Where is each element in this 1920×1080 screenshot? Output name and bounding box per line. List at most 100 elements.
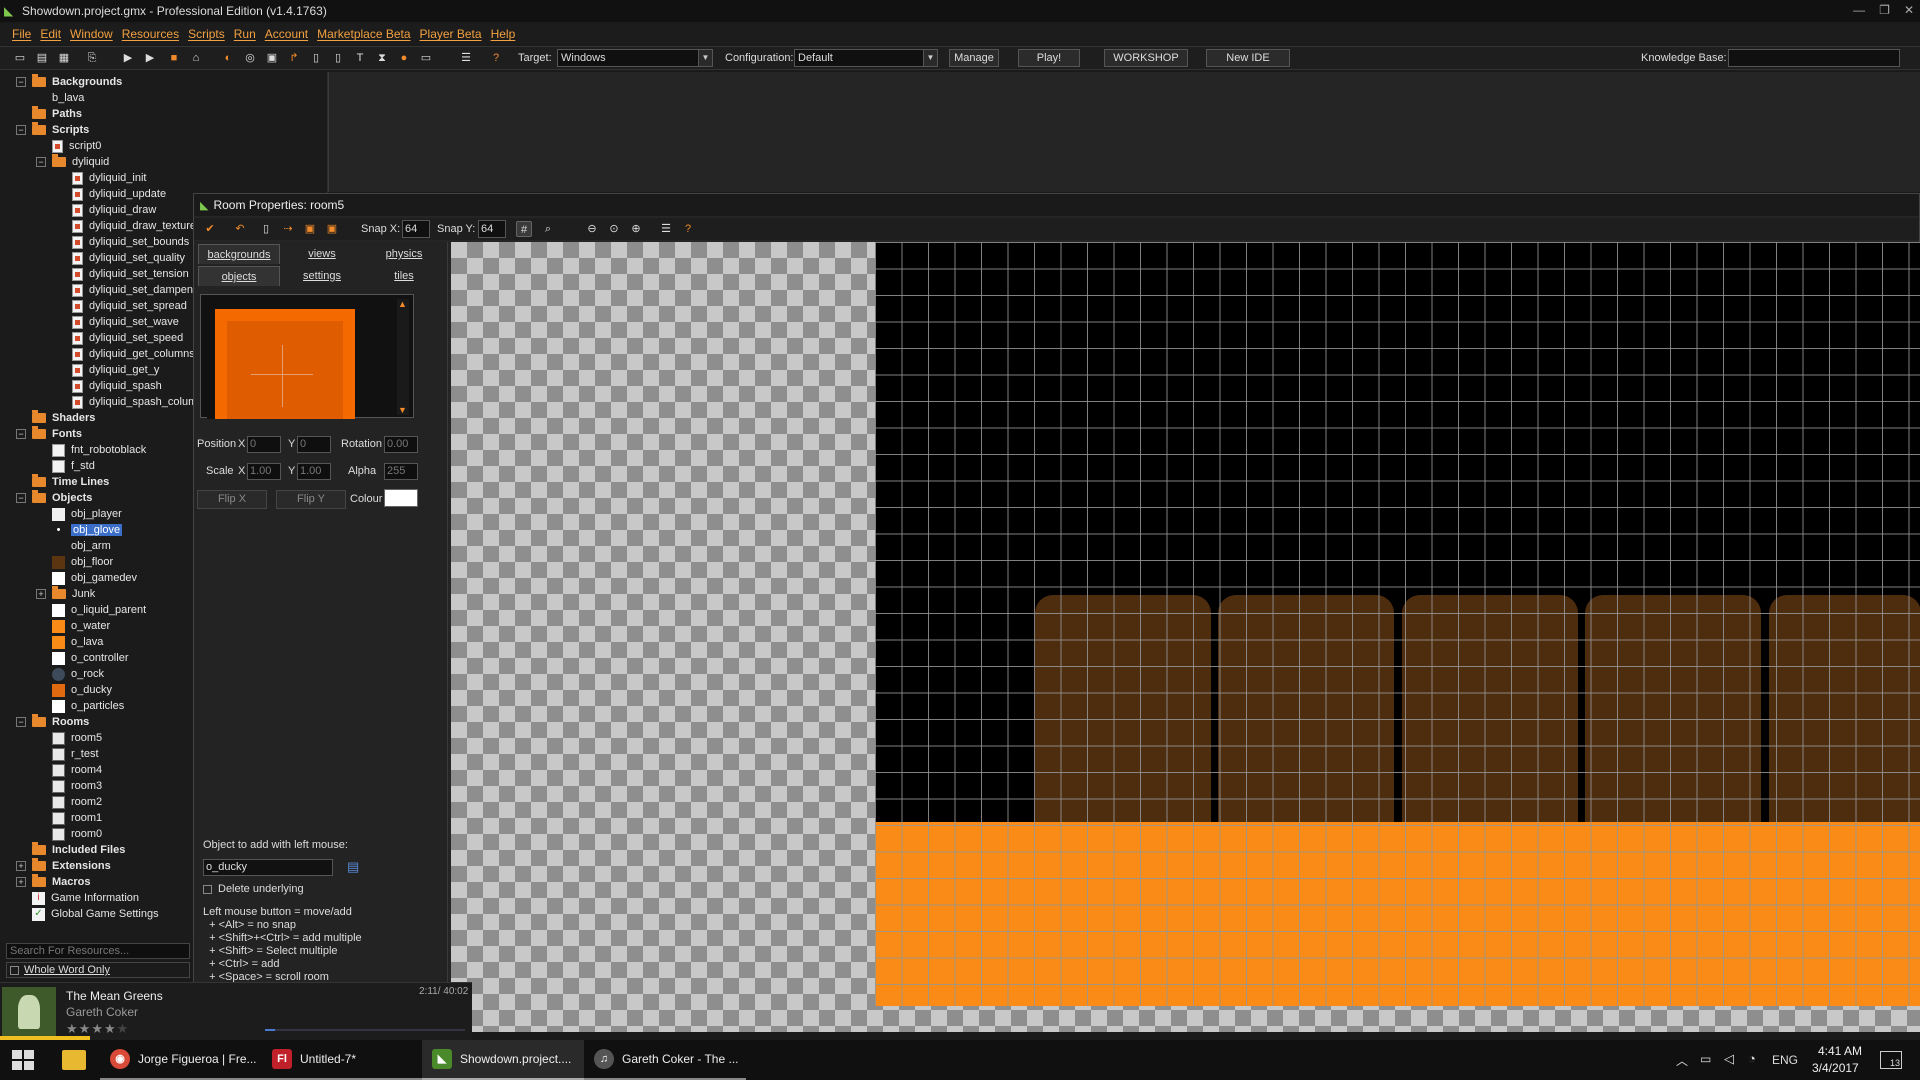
maximize-button[interactable]: ❐ xyxy=(1879,3,1890,17)
alpha-input[interactable]: 255 xyxy=(384,463,418,480)
room-grid[interactable] xyxy=(875,242,1920,1006)
debug-icon[interactable]: ▶ xyxy=(142,50,158,66)
tree-item[interactable]: − Scripts xyxy=(16,122,89,138)
room-icon[interactable]: ▭ xyxy=(418,50,434,66)
zoom-in-icon[interactable]: ⊕ xyxy=(628,221,644,237)
tree-item[interactable]: room5 xyxy=(36,730,102,746)
lock-icon[interactable]: ▣ xyxy=(302,221,318,237)
notification-center-icon[interactable]: 13 xyxy=(1880,1051,1902,1069)
star-rating[interactable]: ★★★★★ xyxy=(66,1021,129,1037)
clear-icon[interactable]: ▯ xyxy=(258,221,274,237)
star-icon[interactable]: ★ xyxy=(66,1021,79,1036)
tree-item[interactable]: dyliquid_update xyxy=(56,186,166,202)
tree-item[interactable]: − Fonts xyxy=(16,426,82,442)
tree-item[interactable]: dyliquid_set_dampen xyxy=(56,282,193,298)
wifi-icon[interactable]: ◔ xyxy=(1748,1051,1756,1066)
expand-icon[interactable]: + xyxy=(16,877,26,887)
tree-item[interactable]: dyliquid_set_bounds xyxy=(56,234,189,250)
room-canvas[interactable] xyxy=(451,242,1920,1032)
tree-item[interactable]: dyliquid_draw_texture xyxy=(56,218,196,234)
sound-icon[interactable]: ◎ xyxy=(242,50,258,66)
flip-y-button[interactable]: Flip Y xyxy=(276,490,346,509)
menu-resources[interactable]: Resources xyxy=(122,27,179,41)
star-icon[interactable]: ★ xyxy=(79,1021,92,1036)
target-select[interactable]: Windows ▼ xyxy=(557,49,713,67)
tree-item[interactable]: i Game Information xyxy=(16,890,139,906)
volume-icon[interactable]: ◁ xyxy=(1724,1051,1734,1067)
collapse-icon[interactable]: − xyxy=(16,717,26,727)
new-project-icon[interactable]: ▭ xyxy=(12,50,28,66)
tree-item[interactable]: f_std xyxy=(36,458,95,474)
tree-item[interactable]: Time Lines xyxy=(16,474,109,490)
tree-item[interactable]: dyliquid_set_speed xyxy=(56,330,183,346)
snap-x-input[interactable]: 64 xyxy=(402,220,430,238)
open-project-icon[interactable]: ▤ xyxy=(34,50,50,66)
play-button[interactable]: Play! xyxy=(1018,49,1080,67)
tree-item[interactable]: room3 xyxy=(36,778,102,794)
tree-item[interactable]: dyliquid_get_y xyxy=(56,362,159,378)
tree-item[interactable]: dyliquid_draw xyxy=(56,202,156,218)
new-ide-button[interactable]: New IDE xyxy=(1206,49,1290,67)
tree-item[interactable]: o_controller xyxy=(36,650,128,666)
tree-item[interactable]: Shaders xyxy=(16,410,95,426)
scroll-up-icon[interactable]: ▲ xyxy=(398,299,407,309)
tree-item[interactable]: o_ducky xyxy=(36,682,112,698)
tree-item[interactable]: obj_gamedev xyxy=(36,570,137,586)
tree-item[interactable]: r_test xyxy=(36,746,99,762)
menu-window[interactable]: Window xyxy=(70,27,113,41)
menu-file[interactable]: File xyxy=(12,27,31,41)
create-executable-icon[interactable]: ⎘ xyxy=(84,50,100,66)
clock-time[interactable]: 4:41 AM xyxy=(1818,1044,1862,1058)
taskbar-item-flash[interactable]: Fl Untitled-7* xyxy=(262,1040,422,1080)
delete-underlying-checkbox[interactable] xyxy=(203,885,212,894)
tree-item[interactable]: dyliquid_spash_colum xyxy=(56,394,197,410)
tree-item[interactable]: − dyliquid xyxy=(36,154,109,170)
flip-x-button[interactable]: Flip X xyxy=(197,490,267,509)
position-y-input[interactable]: 0 xyxy=(297,436,331,453)
isometric-icon[interactable]: ⌕ xyxy=(540,221,556,237)
snap-y-input[interactable]: 64 xyxy=(478,220,506,238)
undo-icon[interactable]: ↶ xyxy=(232,221,248,237)
collapse-icon[interactable]: − xyxy=(16,493,26,503)
tree-item[interactable]: • obj_glove xyxy=(36,522,123,538)
tree-item[interactable]: room2 xyxy=(36,794,102,810)
tree-item[interactable]: dyliquid_set_quality xyxy=(56,250,185,266)
tree-item[interactable]: script0 xyxy=(36,138,101,154)
zoom-out-icon[interactable]: ⊖ xyxy=(584,221,600,237)
sprite-icon[interactable]: ◐ xyxy=(220,50,236,66)
close-button[interactable]: ✕ xyxy=(1904,3,1914,17)
tree-item[interactable]: obj_floor xyxy=(36,554,113,570)
configuration-select[interactable]: Default ▼ xyxy=(794,49,938,67)
tree-item[interactable]: dyliquid_set_tension xyxy=(56,266,189,282)
object-menu-icon[interactable]: ▤ xyxy=(347,859,359,875)
rotation-input[interactable]: 0.00 xyxy=(384,436,418,453)
tree-item[interactable]: o_rock xyxy=(36,666,104,682)
tree-item[interactable]: − Rooms xyxy=(16,714,89,730)
scale-x-input[interactable]: 1.00 xyxy=(247,463,281,480)
tree-item[interactable]: room4 xyxy=(36,762,102,778)
tree-item[interactable]: dyliquid_set_wave xyxy=(56,314,179,330)
menu-help[interactable]: Help xyxy=(491,27,516,41)
taskbar-item-chrome[interactable]: ◉ Jorge Figueroa | Fre... xyxy=(100,1040,262,1080)
file-explorer-icon[interactable] xyxy=(62,1050,86,1070)
tree-item[interactable]: Included Files xyxy=(16,842,125,858)
resource-search-input[interactable]: Search For Resources... xyxy=(6,943,190,959)
position-x-input[interactable]: 0 xyxy=(247,436,281,453)
menu-run[interactable]: Run xyxy=(234,27,256,41)
collapse-icon[interactable]: − xyxy=(16,429,26,439)
language-indicator[interactable]: ENG xyxy=(1772,1053,1798,1067)
tab-backgrounds[interactable]: backgrounds xyxy=(198,244,280,264)
list-icon[interactable]: ☰ xyxy=(458,50,474,66)
tree-item[interactable]: − Objects xyxy=(16,490,92,506)
zoom-reset-icon[interactable]: ⊙ xyxy=(606,221,622,237)
scroll-down-icon[interactable]: ▼ xyxy=(398,405,407,415)
taskbar-item-gamemaker[interactable]: ◣ Showdown.project.... xyxy=(422,1040,584,1080)
tree-item[interactable]: dyliquid_get_columns xyxy=(56,346,195,362)
scale-y-input[interactable]: 1.00 xyxy=(297,463,331,480)
tree-item[interactable]: dyliquid_set_spread xyxy=(56,298,187,314)
colour-swatch[interactable] xyxy=(384,489,418,507)
clean-icon[interactable]: ⌂ xyxy=(188,50,204,66)
shift-icon[interactable]: ⇢ xyxy=(280,221,296,237)
preview-scrollbar[interactable]: ▲ ▼ xyxy=(397,299,409,415)
tree-item[interactable]: − Backgrounds xyxy=(16,74,122,90)
